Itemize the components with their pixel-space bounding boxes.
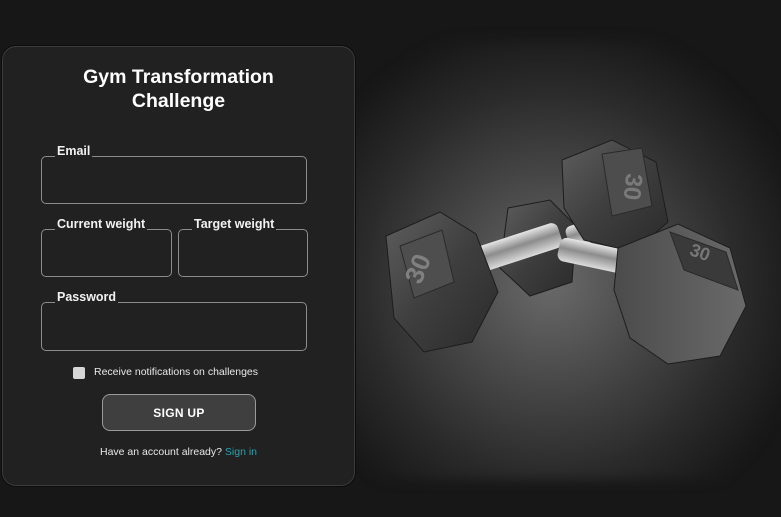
- sign-up-button[interactable]: SIGN UP: [102, 394, 256, 431]
- signup-card: Gym Transformation Challenge Email Curre…: [2, 46, 355, 486]
- page-title: Gym Transformation Challenge: [3, 65, 354, 113]
- target-weight-field[interactable]: [178, 229, 308, 277]
- title-line-2: Challenge: [131, 90, 226, 112]
- password-field[interactable]: [41, 302, 307, 351]
- email-field[interactable]: [41, 156, 307, 204]
- password-label: Password: [55, 290, 119, 304]
- title-line-1: Gym Transformation: [83, 66, 274, 88]
- sign-in-link[interactable]: Sign in: [225, 446, 257, 458]
- email-label: Email: [55, 144, 93, 158]
- dumbbells-image: 30 30 30: [385, 139, 747, 365]
- signin-prompt: Have an account already? Sign in: [3, 446, 354, 458]
- current-weight-label: Current weight: [55, 217, 148, 231]
- signin-prompt-text: Have an account already?: [99, 446, 222, 458]
- notifications-checkbox[interactable]: [73, 367, 85, 379]
- target-weight-label: Target weight: [192, 217, 277, 231]
- current-weight-field[interactable]: [41, 229, 172, 277]
- notifications-label: Receive notifications on challenges: [94, 366, 259, 378]
- svg-text:30: 30: [618, 172, 648, 201]
